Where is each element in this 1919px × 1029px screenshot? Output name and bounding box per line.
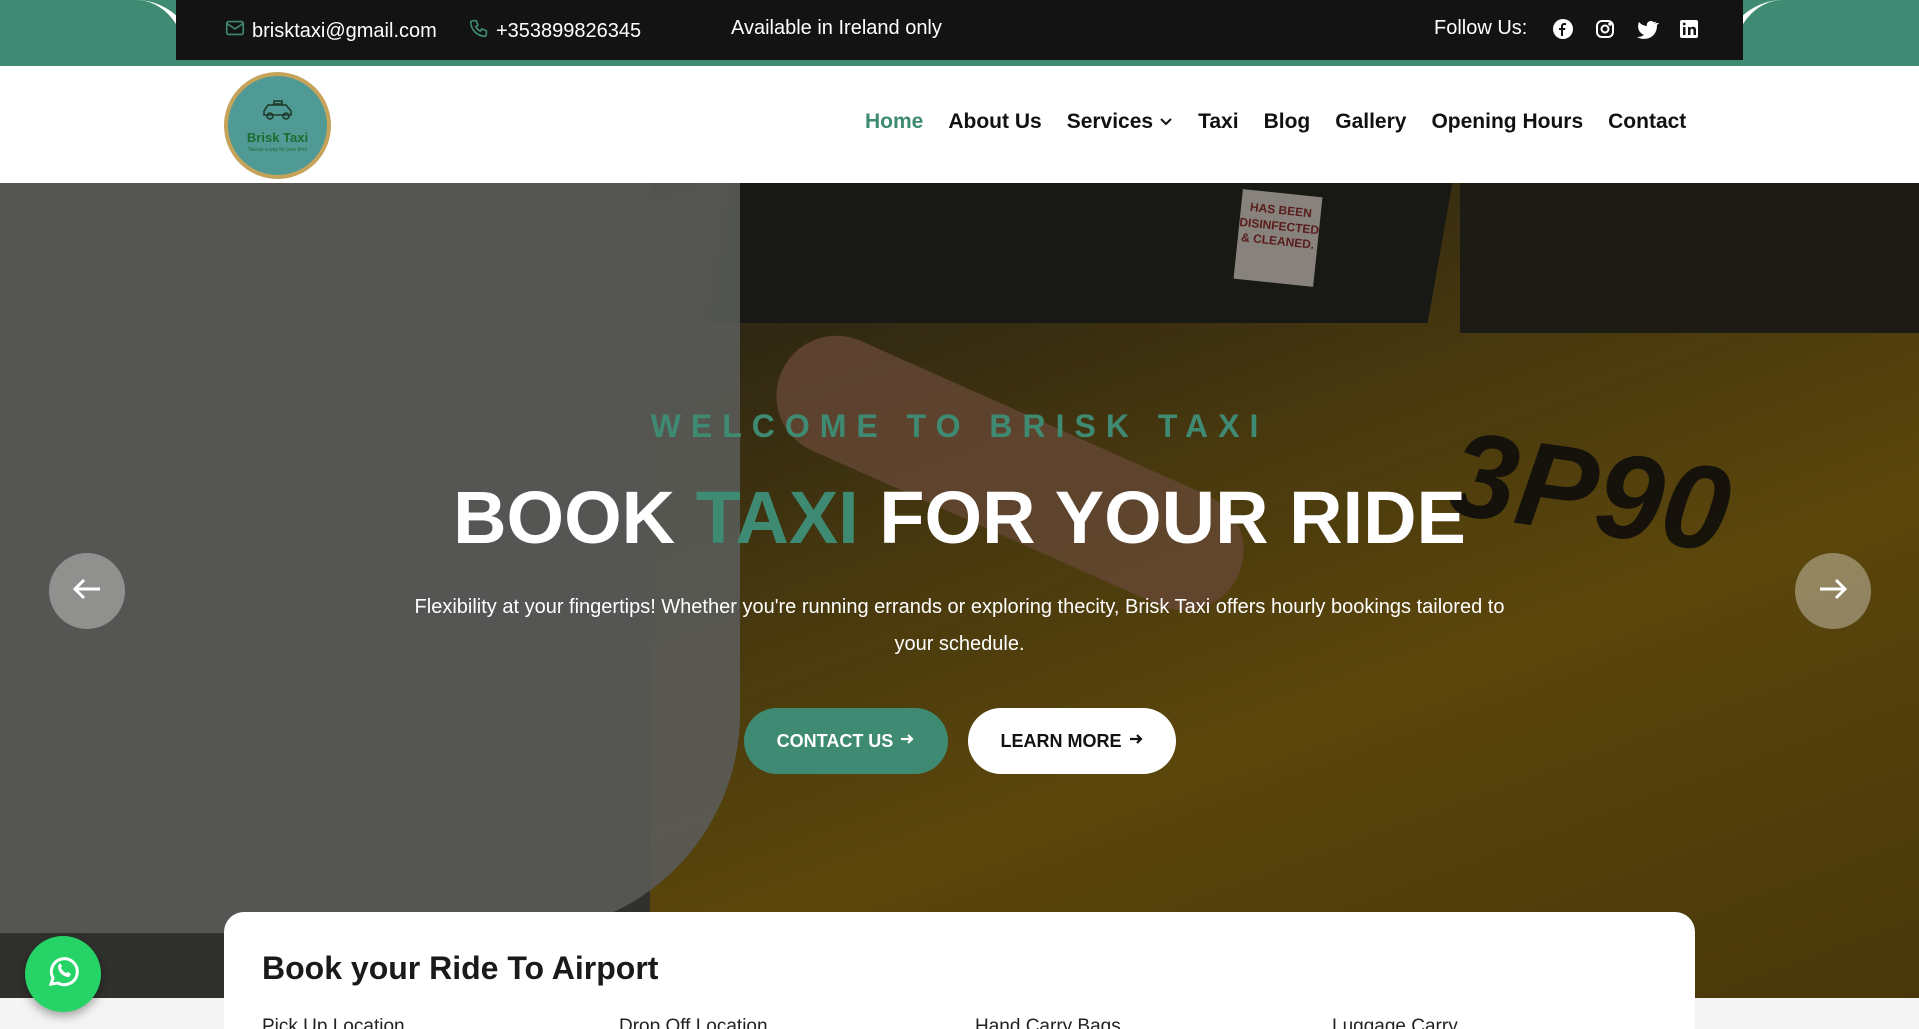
nav-services[interactable]: Services [1067,110,1173,134]
dropoff-location-label: Drop Off Location [619,1016,768,1029]
logo-text: Brisk Taxi [246,129,309,145]
hero-title-part2: FOR YOUR RIDE [858,476,1466,559]
hero-title: BOOK TAXI FOR YOUR RIDE [0,475,1919,560]
follow-label: Follow Us: [1434,17,1528,39]
nav-services-label: Services [1066,110,1154,133]
taxi-car-icon [258,99,298,128]
nav-contact[interactable]: Contact [1608,110,1686,134]
email-text: brisktaxi@gmail.com [252,19,437,42]
hero-title-accent: TAXI [695,476,859,559]
arrow-right-icon [899,731,915,752]
booking-title: Book your Ride To Airport [262,950,659,986]
hero-subtitle: Flexibility at your fingertips! Whether … [414,596,1505,655]
nav-gallery[interactable]: Gallery [1335,110,1406,134]
availability-text: Available in Ireland only [731,17,942,39]
site-logo[interactable]: Brisk Taxi Taxi as a way for your time [224,72,331,179]
learn-more-button[interactable]: LEARN MORE [968,708,1176,774]
arrow-right-icon [1128,731,1144,752]
linkedin-icon[interactable] [1677,17,1701,41]
luggage-carry-label: Luggage Carry [1332,1016,1458,1029]
twitter-icon[interactable] [1635,17,1659,41]
hero-title-part1: BOOK [453,476,696,559]
whatsapp-button[interactable] [25,936,101,1012]
pickup-location-label: Pick Up Location [262,1016,405,1029]
nav-blog[interactable]: Blog [1264,110,1311,134]
contact-us-label: CONTACT US [776,730,894,751]
social-links [1551,17,1701,41]
booking-card: Book your Ride To Airport Pick Up Locati… [224,912,1695,1029]
hero-kicker: WELCOME TO BRISK TAXI [650,408,1269,444]
topbar-phone[interactable]: +353899826345 [468,17,641,45]
facebook-icon[interactable] [1551,17,1575,41]
mail-icon [224,17,246,45]
nav-about-us[interactable]: About Us [948,110,1041,134]
main-nav: Home About Us Services Taxi Blog Gallery… [865,110,1686,134]
arrow-right-icon [1816,572,1850,611]
arrow-left-icon [70,572,104,611]
instagram-icon[interactable] [1593,17,1617,41]
learn-more-label: LEARN MORE [1000,730,1122,751]
logo-subtext: Taxi as a way for your time [247,146,308,153]
chevron-down-icon [1159,110,1173,134]
phone-text: +353899826345 [496,19,642,42]
nav-home[interactable]: Home [865,110,923,134]
phone-icon [468,17,490,45]
nav-opening-hours[interactable]: Opening Hours [1431,110,1583,134]
topbar-email[interactable]: brisktaxi@gmail.com [224,17,437,45]
hero-slider: HAS BEEN DISINFECTED & CLEANED. 3P90 WEL… [0,183,1919,998]
contact-us-button[interactable]: CONTACT US [744,708,948,774]
hand-carry-bags-label: Hand Carry Bags [975,1016,1121,1029]
whatsapp-icon [43,952,83,997]
nav-taxi[interactable]: Taxi [1198,110,1238,134]
slider-next-button[interactable] [1795,553,1871,629]
slider-prev-button[interactable] [49,553,125,629]
